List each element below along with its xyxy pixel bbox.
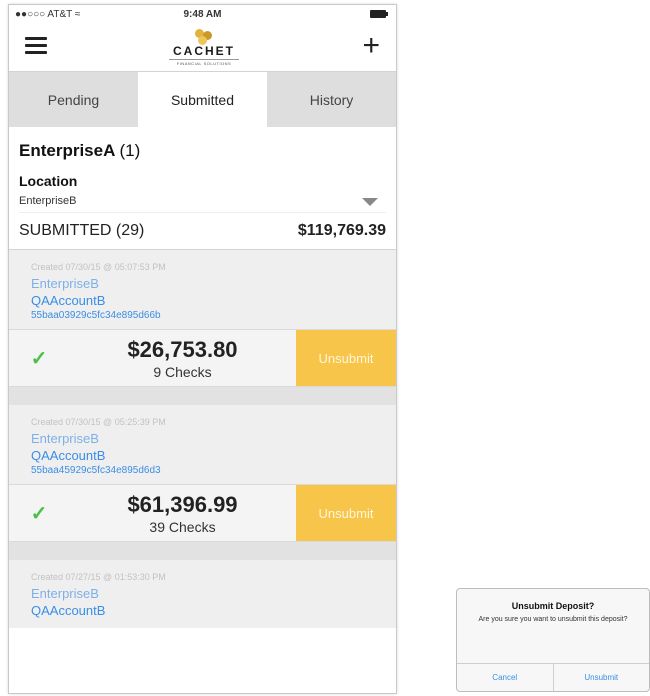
deposit-list: Created 07/30/15 @ 05:07:53 PM Enterpris… — [9, 249, 396, 628]
company-name: EnterpriseA — [19, 141, 115, 160]
deposit-info[interactable]: Created 07/30/15 @ 05:25:39 PM Enterpris… — [9, 405, 396, 484]
deposit-account: QAAccountB — [31, 448, 106, 463]
logo-word: CACHET — [173, 44, 235, 58]
deposit-card: Created 07/30/15 @ 05:25:39 PM Enterpris… — [9, 405, 396, 542]
deposit-entity: EnterpriseB — [31, 431, 99, 446]
deposit-account: QAAccountB — [31, 293, 106, 308]
deposit-check-count: 39 Checks — [149, 518, 216, 535]
confirm-unsubmit-button[interactable]: Unsubmit — [552, 664, 650, 691]
deposit-amount: $26,753.80 — [127, 336, 238, 362]
deposit-created: Created 07/30/15 @ 05:07:53 PM — [31, 262, 166, 272]
alert-message: Are you sure you want to unsubmit this d… — [478, 616, 628, 623]
cachet-logo: CACHET FINANCIAL SOLUTIONS — [159, 29, 249, 69]
deposit-entity: EnterpriseB — [31, 586, 99, 601]
list-gap — [9, 542, 396, 560]
summary-row: SUBMITTED (29) $119,769.39 — [19, 213, 386, 249]
phone-screen: ●●○○○ AT&T ≈ 9:48 AM CACHET FINANCIAL SO… — [8, 4, 397, 694]
unsubmit-button[interactable]: Unsubmit — [296, 485, 396, 541]
alert-title: Unsubmit Deposit? — [511, 601, 595, 611]
deposit-card: Created 07/30/15 @ 05:07:53 PM Enterpris… — [9, 250, 396, 387]
tab-bar: Pending Submitted History — [9, 71, 396, 127]
cancel-button[interactable]: Cancel — [457, 664, 553, 691]
logo-mark — [194, 29, 214, 45]
tab-pending[interactable]: Pending — [9, 72, 138, 127]
location-select[interactable]: EnterpriseB — [19, 189, 386, 213]
deposit-amount-box: $26,753.80 9 Checks — [69, 330, 296, 386]
status-bar: ●●○○○ AT&T ≈ 9:48 AM — [9, 5, 396, 25]
battery-icon — [370, 10, 388, 18]
deposit-amount-box: $61,396.99 39 Checks — [69, 485, 296, 541]
deposit-entity: EnterpriseB — [31, 276, 99, 291]
clock: 9:48 AM — [183, 9, 222, 20]
logo-subtitle: FINANCIAL SOLUTIONS — [169, 59, 239, 66]
location-label: Location — [19, 173, 78, 189]
deposit-row: ✓ $61,396.99 39 Checks Unsubmit — [9, 484, 396, 542]
deposit-account: QAAccountB — [31, 603, 106, 618]
deposit-id: 55baa03929c5fc34e895d66b — [31, 310, 161, 321]
deposit-info[interactable]: Created 07/30/15 @ 05:07:53 PM Enterpris… — [9, 250, 396, 329]
tab-submitted[interactable]: Submitted — [138, 72, 267, 127]
submitted-total: $119,769.39 — [297, 222, 386, 239]
tab-history[interactable]: History — [267, 72, 396, 127]
deposit-row: ✓ $26,753.80 9 Checks Unsubmit — [9, 329, 396, 387]
caret-down-icon — [362, 198, 378, 206]
checkmark-icon: ✓ — [30, 347, 48, 370]
header-section: EnterpriseA (1) Location EnterpriseB SUB… — [9, 141, 396, 249]
deposit-created: Created 07/30/15 @ 05:25:39 PM — [31, 417, 166, 427]
unsubmit-button[interactable]: Unsubmit — [296, 330, 396, 386]
deposit-id: 55baa45929c5fc34e895d6d3 — [31, 465, 161, 476]
plus-icon[interactable]: + — [362, 31, 380, 61]
location-value: EnterpriseB — [19, 195, 77, 207]
submitted-count: SUBMITTED (29) — [19, 222, 145, 239]
company-count: (1) — [119, 141, 141, 160]
nav-bar: CACHET FINANCIAL SOLUTIONS + — [9, 25, 396, 71]
deposit-amount: $61,396.99 — [127, 491, 238, 517]
hamburger-icon[interactable] — [25, 37, 47, 55]
unsubmit-alert-dialog: Unsubmit Deposit? Are you sure you want … — [456, 588, 650, 692]
checkmark-icon: ✓ — [30, 502, 48, 525]
deposit-check-count: 9 Checks — [153, 363, 212, 380]
company-title: EnterpriseA (1) — [19, 141, 386, 161]
alert-buttons: Cancel Unsubmit — [457, 663, 649, 691]
list-gap — [9, 387, 396, 405]
deposit-card: Created 07/27/15 @ 01:53:30 PM Enterpris… — [9, 560, 396, 628]
deposit-info[interactable]: Created 07/27/15 @ 01:53:30 PM Enterpris… — [9, 560, 396, 628]
deposit-created: Created 07/27/15 @ 01:53:30 PM — [31, 572, 166, 582]
